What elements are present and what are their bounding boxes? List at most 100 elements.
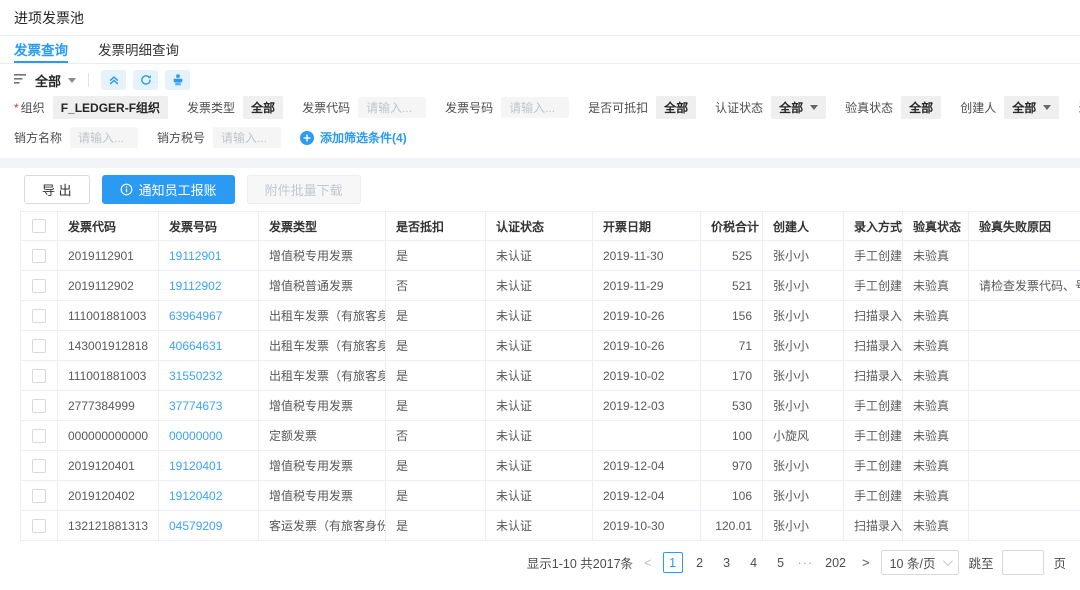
notify-employee-button[interactable]: 通知员工报账: [102, 175, 235, 204]
filter-value-chip[interactable]: 全部: [656, 96, 696, 119]
filter-field: 创建人全部: [960, 96, 1059, 119]
plus-circle-icon: [300, 131, 314, 145]
cell: 是: [386, 481, 486, 511]
cell: 未认证: [486, 511, 593, 541]
row-checkbox[interactable]: [32, 489, 46, 503]
row-checkbox[interactable]: [32, 519, 46, 533]
cell: 增值税专用发票: [259, 451, 386, 481]
column-header: 价税合计: [701, 212, 763, 241]
filter-preset-dropdown[interactable]: 全部: [35, 71, 76, 90]
filter-value-chip[interactable]: 全部: [901, 96, 941, 119]
row-checkbox[interactable]: [32, 309, 46, 323]
batch-download-button[interactable]: 附件批量下载: [247, 175, 361, 204]
page-number-3[interactable]: 3: [717, 552, 737, 573]
row-select-cell: [21, 421, 58, 451]
collapse-filter-button[interactable]: [101, 70, 126, 90]
filter-value-chip[interactable]: F_LEDGER-F组织: [53, 96, 168, 119]
cell: [969, 421, 1080, 451]
cell: 未认证: [486, 481, 593, 511]
cell: 张小小: [763, 301, 844, 331]
cell: 张小小: [763, 391, 844, 421]
invoice-number-link[interactable]: 40664631: [159, 331, 259, 361]
cell: 525: [701, 241, 763, 271]
tab-invoice-detail-query[interactable]: 发票明细查询: [98, 36, 179, 63]
section-divider-band: [0, 158, 1080, 168]
row-select-cell: [21, 241, 58, 271]
column-header: 创建人: [763, 212, 844, 241]
filter-value-chip[interactable]: 全部: [243, 96, 283, 119]
row-checkbox[interactable]: [32, 459, 46, 473]
invoice-number-link[interactable]: 37774673: [159, 391, 259, 421]
table-row: 11100188100363964967出租车发票（有旅客身份...是未认证20…: [21, 301, 1080, 331]
page-number-202[interactable]: 202: [820, 552, 851, 573]
cell: 000000000000: [58, 421, 159, 451]
cell: 出租车发票（有旅客身份...: [259, 301, 386, 331]
row-checkbox[interactable]: [32, 279, 46, 293]
cell: 出租车发票（有旅客身份...: [259, 331, 386, 361]
page-size-select[interactable]: 10 条/页: [881, 550, 960, 575]
cell: 未认证: [486, 361, 593, 391]
column-header: 验真失败原因: [969, 212, 1080, 241]
invoice-number-link[interactable]: 31550232: [159, 361, 259, 391]
row-checkbox[interactable]: [32, 249, 46, 263]
cell: 张小小: [763, 331, 844, 361]
cell: 张小小: [763, 511, 844, 541]
refresh-button[interactable]: [133, 70, 158, 90]
refresh-icon: [140, 74, 152, 86]
invoice-number-link[interactable]: 00000000: [159, 421, 259, 451]
cell: 2019112901: [58, 241, 159, 271]
cell: 是: [386, 361, 486, 391]
cell: 出租车发票（有旅客身份...: [259, 361, 386, 391]
row-checkbox[interactable]: [32, 339, 46, 353]
invoice-number-link[interactable]: 19112902: [159, 271, 259, 301]
cell: [969, 511, 1080, 541]
filter-value-chip[interactable]: 全部: [1004, 96, 1059, 119]
invoice-number-link[interactable]: 19120401: [159, 451, 259, 481]
page-number-1[interactable]: 1: [663, 552, 683, 573]
add-filter-condition-link[interactable]: 添加筛选条件(4): [300, 129, 407, 146]
page-number-4[interactable]: 4: [744, 552, 764, 573]
cell: 2019120401: [58, 451, 159, 481]
filter-value-chip[interactable]: 全部: [771, 96, 826, 119]
filter-label: 销方名称: [14, 129, 62, 146]
clear-filter-button[interactable]: [165, 70, 190, 90]
page-number-2[interactable]: 2: [690, 552, 710, 573]
row-checkbox[interactable]: [32, 399, 46, 413]
jump-to-label: 跳至: [968, 553, 993, 572]
filter-input[interactable]: [70, 127, 138, 148]
filter-input[interactable]: [501, 97, 569, 118]
page-number-5[interactable]: 5: [771, 552, 791, 573]
tab-invoice-query[interactable]: 发票查询: [14, 36, 68, 63]
invoice-number-link[interactable]: 19112901: [159, 241, 259, 271]
invoice-number-link[interactable]: 04579209: [159, 511, 259, 541]
prev-page-arrow-icon[interactable]: <: [642, 555, 654, 570]
cell: 否: [386, 271, 486, 301]
filter-input[interactable]: [358, 97, 426, 118]
cell: 未验真: [903, 421, 969, 451]
row-checkbox[interactable]: [32, 369, 46, 383]
next-page-arrow-icon[interactable]: >: [860, 555, 872, 570]
cell: 2019-10-02: [593, 361, 701, 391]
cell: 2019120402: [58, 481, 159, 511]
filter-input[interactable]: [213, 127, 281, 148]
cell: 521: [701, 271, 763, 301]
collapse-icon: [108, 74, 120, 86]
cell: 970: [701, 451, 763, 481]
invoice-number-link[interactable]: 19120402: [159, 481, 259, 511]
table-row: 201912040119120401增值税专用发票是未认证2019-12-049…: [21, 451, 1080, 481]
cell: 小旋风: [763, 421, 844, 451]
page-title: 进项发票池: [14, 8, 84, 28]
row-checkbox[interactable]: [32, 429, 46, 443]
cell: 2019-10-26: [593, 301, 701, 331]
invoice-number-link[interactable]: 63964967: [159, 301, 259, 331]
filter-form: *组织F_LEDGER-F组织发票类型全部发票代码发票号码是否可抵扣全部认证状态…: [0, 96, 1080, 158]
filter-label: 验真状态: [845, 99, 893, 116]
cell: 是: [386, 391, 486, 421]
column-header: 录入方式: [844, 212, 903, 241]
export-button[interactable]: 导 出: [24, 175, 90, 204]
chevron-down-icon: [810, 105, 818, 110]
chevron-down-icon: [943, 556, 953, 566]
select-all-checkbox[interactable]: [32, 219, 46, 233]
column-header: 开票日期: [593, 212, 701, 241]
jump-to-page-input[interactable]: [1002, 550, 1044, 575]
